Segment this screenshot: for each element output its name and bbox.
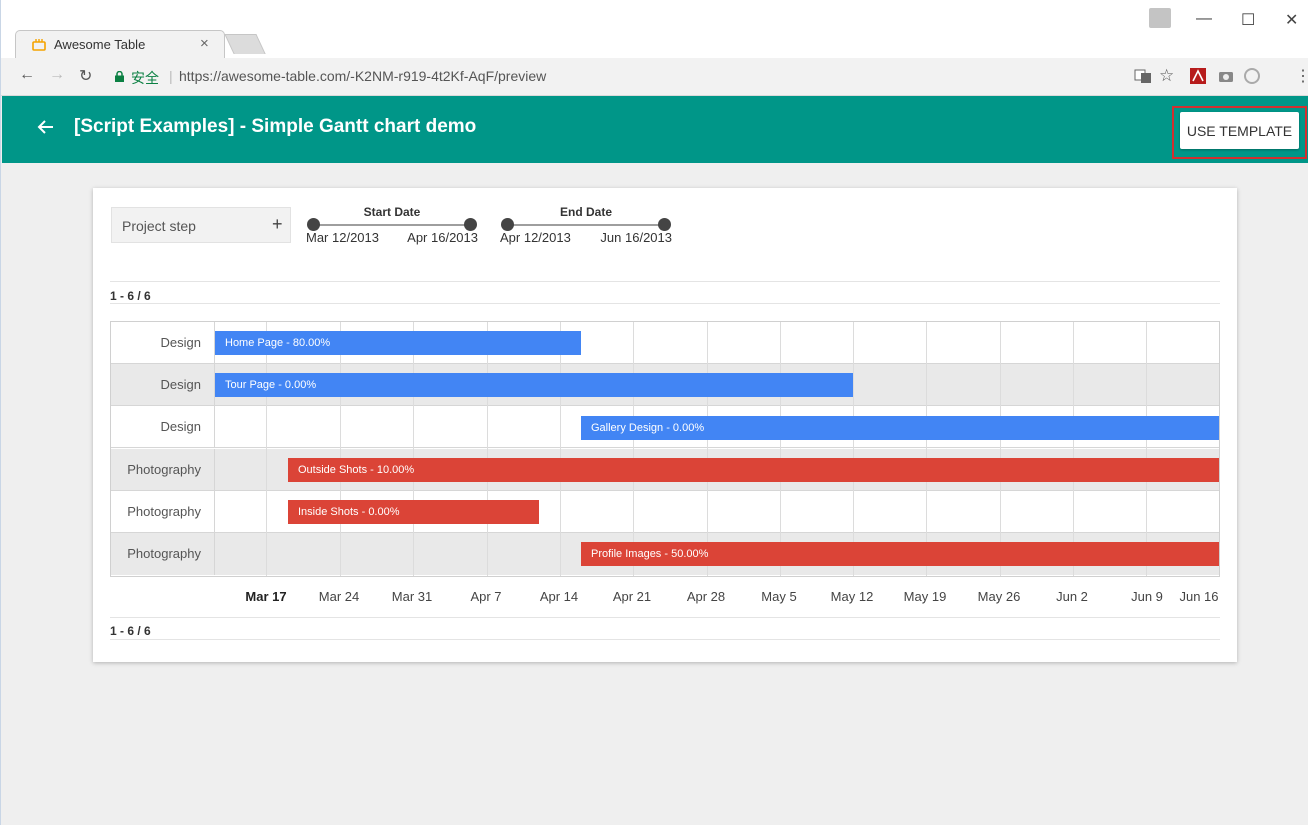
filter-label: Project step — [122, 218, 196, 234]
axis-label: Jun 16 — [1179, 589, 1219, 604]
divider — [110, 281, 1220, 282]
end-date-title: End Date — [559, 205, 612, 219]
use-template-button[interactable]: USE TEMPLATE — [1180, 112, 1299, 149]
row-label: Photography — [111, 533, 215, 575]
axis-label: May 19 — [903, 589, 947, 604]
divider — [110, 617, 1220, 618]
secure-label: 安全 — [131, 70, 159, 86]
new-tab-button[interactable] — [224, 34, 266, 54]
tab-strip: Awesome Table × — ☐ ✕ — [1, 0, 1308, 58]
task-bar-outside-shots[interactable]: Outside Shots - 10.00% — [288, 458, 1219, 482]
grid-line — [487, 322, 488, 576]
project-step-filter[interactable]: Project step + — [111, 207, 291, 243]
grid-line — [707, 322, 708, 576]
end-date-range-slider[interactable]: End Date Apr 12/2013 Jun 16/2013 — [500, 203, 672, 253]
grid-line — [1073, 322, 1074, 576]
gantt-row: Photography — [111, 491, 1219, 533]
address-separator: | — [169, 68, 173, 84]
axis-label: Apr 21 — [612, 589, 652, 604]
awesome-table-favicon-icon — [32, 39, 46, 51]
plus-icon[interactable]: + — [272, 214, 283, 235]
grid-line — [926, 322, 927, 576]
grid-line — [340, 322, 341, 576]
task-bar-tour-page[interactable]: Tour Page - 0.00% — [215, 373, 853, 397]
range-track — [506, 224, 666, 226]
axis-label: Apr 28 — [686, 589, 726, 604]
row-label: Design — [111, 364, 215, 406]
task-bar-home-page[interactable]: Home Page - 80.00% — [215, 331, 581, 355]
axis-label: Jun 2 — [1056, 589, 1088, 604]
axis-label: Mar 24 — [318, 589, 360, 604]
end-date-max: Jun 16/2013 — [600, 230, 672, 245]
task-bar-gallery-design[interactable]: Gallery Design - 0.00% — [581, 416, 1219, 440]
axis-label: Apr 7 — [470, 589, 502, 604]
axis-label: Apr 14 — [539, 589, 579, 604]
grid-line — [853, 322, 854, 576]
translate-icon[interactable] — [1134, 67, 1152, 85]
grid-line — [1146, 322, 1147, 576]
forward-icon[interactable]: → — [49, 66, 65, 84]
start-date-title: Start Date — [363, 205, 421, 219]
minimize-icon[interactable]: — — [1196, 10, 1212, 28]
divider — [110, 303, 1220, 304]
back-icon[interactable]: ← — [19, 66, 35, 84]
tab-close-icon[interactable]: × — [200, 35, 209, 52]
close-window-icon[interactable]: ✕ — [1285, 10, 1298, 30]
end-date-min: Apr 12/2013 — [500, 230, 571, 245]
axis-label: Mar 17 — [245, 589, 287, 604]
grid-line — [633, 322, 634, 576]
grid-line — [560, 322, 561, 576]
pdf-icon[interactable] — [1189, 67, 1207, 85]
tab-title: Awesome Table — [54, 37, 146, 52]
grid-line — [413, 322, 414, 576]
browser-window: Awesome Table × — ☐ ✕ ← → ↻ 安全 | https:/… — [0, 0, 1308, 825]
axis-label: Mar 31 — [391, 589, 433, 604]
url-field[interactable]: https://awesome-table.com/-K2NM-r919-4t2… — [179, 68, 546, 84]
grid-line — [1000, 322, 1001, 576]
axis-label: May 26 — [977, 589, 1021, 604]
row-label: Design — [111, 406, 215, 448]
app-header: [Script Examples] - Simple Gantt chart d… — [2, 96, 1308, 163]
grid-line — [780, 322, 781, 576]
pagination-count-top: 1 - 6 / 6 — [110, 289, 151, 303]
row-label: Design — [111, 322, 215, 364]
row-label: Photography — [111, 491, 215, 533]
axis-label: May 5 — [761, 589, 797, 604]
reload-icon[interactable]: ↻ — [79, 66, 92, 86]
start-date-range-slider[interactable]: Start Date Mar 12/2013 Apr 16/2013 — [306, 203, 478, 253]
pagination-count-bottom: 1 - 6 / 6 — [110, 624, 151, 638]
task-bar-profile-images[interactable]: Profile Images - 50.00% — [581, 542, 1219, 566]
row-label: Photography — [111, 449, 215, 491]
address-bar: ← → ↻ 安全 | https://awesome-table.com/-K2… — [1, 58, 1308, 96]
gantt-chart: Design Design Design Photography Photogr… — [110, 321, 1220, 577]
start-date-min: Mar 12/2013 — [306, 230, 379, 245]
axis-label: Jun 9 — [1131, 589, 1163, 604]
extension-icon[interactable] — [1243, 67, 1261, 85]
star-icon[interactable]: ☆ — [1159, 66, 1174, 86]
back-arrow-icon[interactable] — [35, 116, 57, 138]
start-date-max: Apr 16/2013 — [407, 230, 478, 245]
divider — [110, 639, 1220, 640]
profile-icon[interactable] — [1149, 8, 1171, 28]
tab-awesome-table[interactable]: Awesome Table × — [15, 30, 225, 58]
maximize-icon[interactable]: ☐ — [1241, 10, 1255, 30]
grid-line — [266, 322, 267, 576]
menu-icon[interactable]: ⋮ — [1295, 66, 1308, 86]
camera-icon[interactable] — [1217, 67, 1235, 85]
axis-label: May 12 — [830, 589, 874, 604]
lock-icon — [115, 71, 124, 82]
page-title: [Script Examples] - Simple Gantt chart d… — [74, 116, 477, 137]
task-bar-inside-shots[interactable]: Inside Shots - 0.00% — [288, 500, 539, 524]
gantt-card: Project step + Start Date Mar 12/2013 Ap… — [93, 188, 1237, 662]
range-track — [312, 224, 472, 226]
